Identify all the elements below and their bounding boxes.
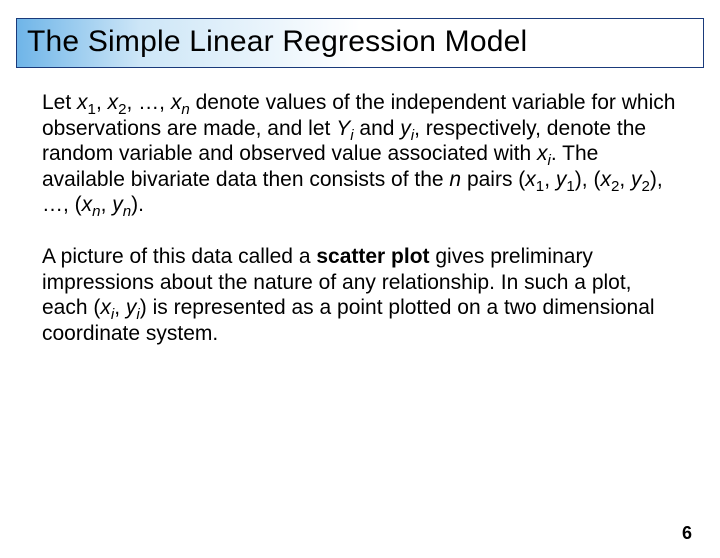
paragraph-1: Let x1, x2, …, xn denote values of the i… (42, 90, 678, 218)
slide-body: Let x1, x2, …, xn denote values of the i… (0, 68, 720, 346)
slide-title: The Simple Linear Regression Model (27, 25, 693, 59)
slide-title-box: The Simple Linear Regression Model (16, 18, 704, 68)
paragraph-2: A picture of this data called a scatter … (42, 244, 678, 346)
page-number: 6 (682, 523, 692, 544)
